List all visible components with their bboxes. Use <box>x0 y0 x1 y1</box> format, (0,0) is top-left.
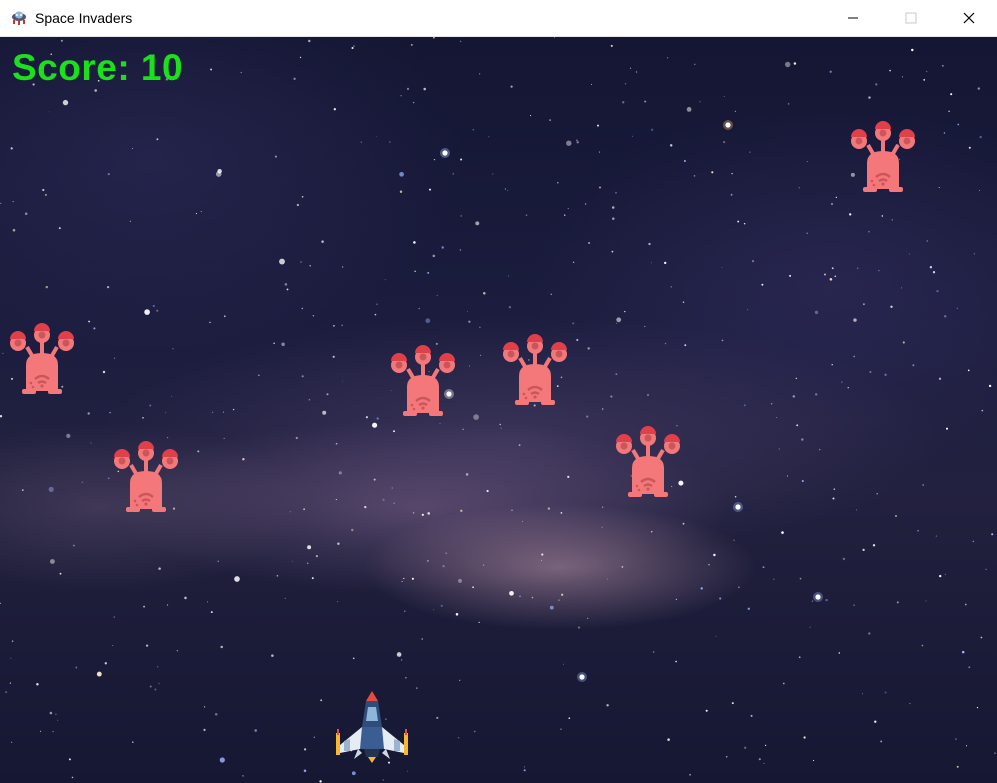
alien-enemy <box>616 426 680 497</box>
minimize-button[interactable] <box>830 0 876 36</box>
maximize-button[interactable] <box>888 0 934 36</box>
game-canvas[interactable]: Score: 10 <box>0 37 997 783</box>
alien-enemy <box>851 121 915 192</box>
close-button[interactable] <box>946 0 992 36</box>
game-window: Space Invaders Score: 10 <box>0 0 997 783</box>
close-icon <box>963 12 975 24</box>
maximize-icon <box>905 12 917 24</box>
player-spaceship[interactable] <box>332 687 412 765</box>
minimize-icon <box>848 17 858 19</box>
space-invader-icon <box>12 11 26 25</box>
window-title: Space Invaders <box>35 10 133 26</box>
alien-enemy <box>503 334 567 405</box>
score-display: Score: 10 <box>12 47 184 88</box>
title-bar[interactable]: Space Invaders <box>0 0 997 37</box>
alien-enemy <box>10 323 74 394</box>
alien-enemy <box>114 441 178 512</box>
alien-enemy <box>391 345 455 416</box>
